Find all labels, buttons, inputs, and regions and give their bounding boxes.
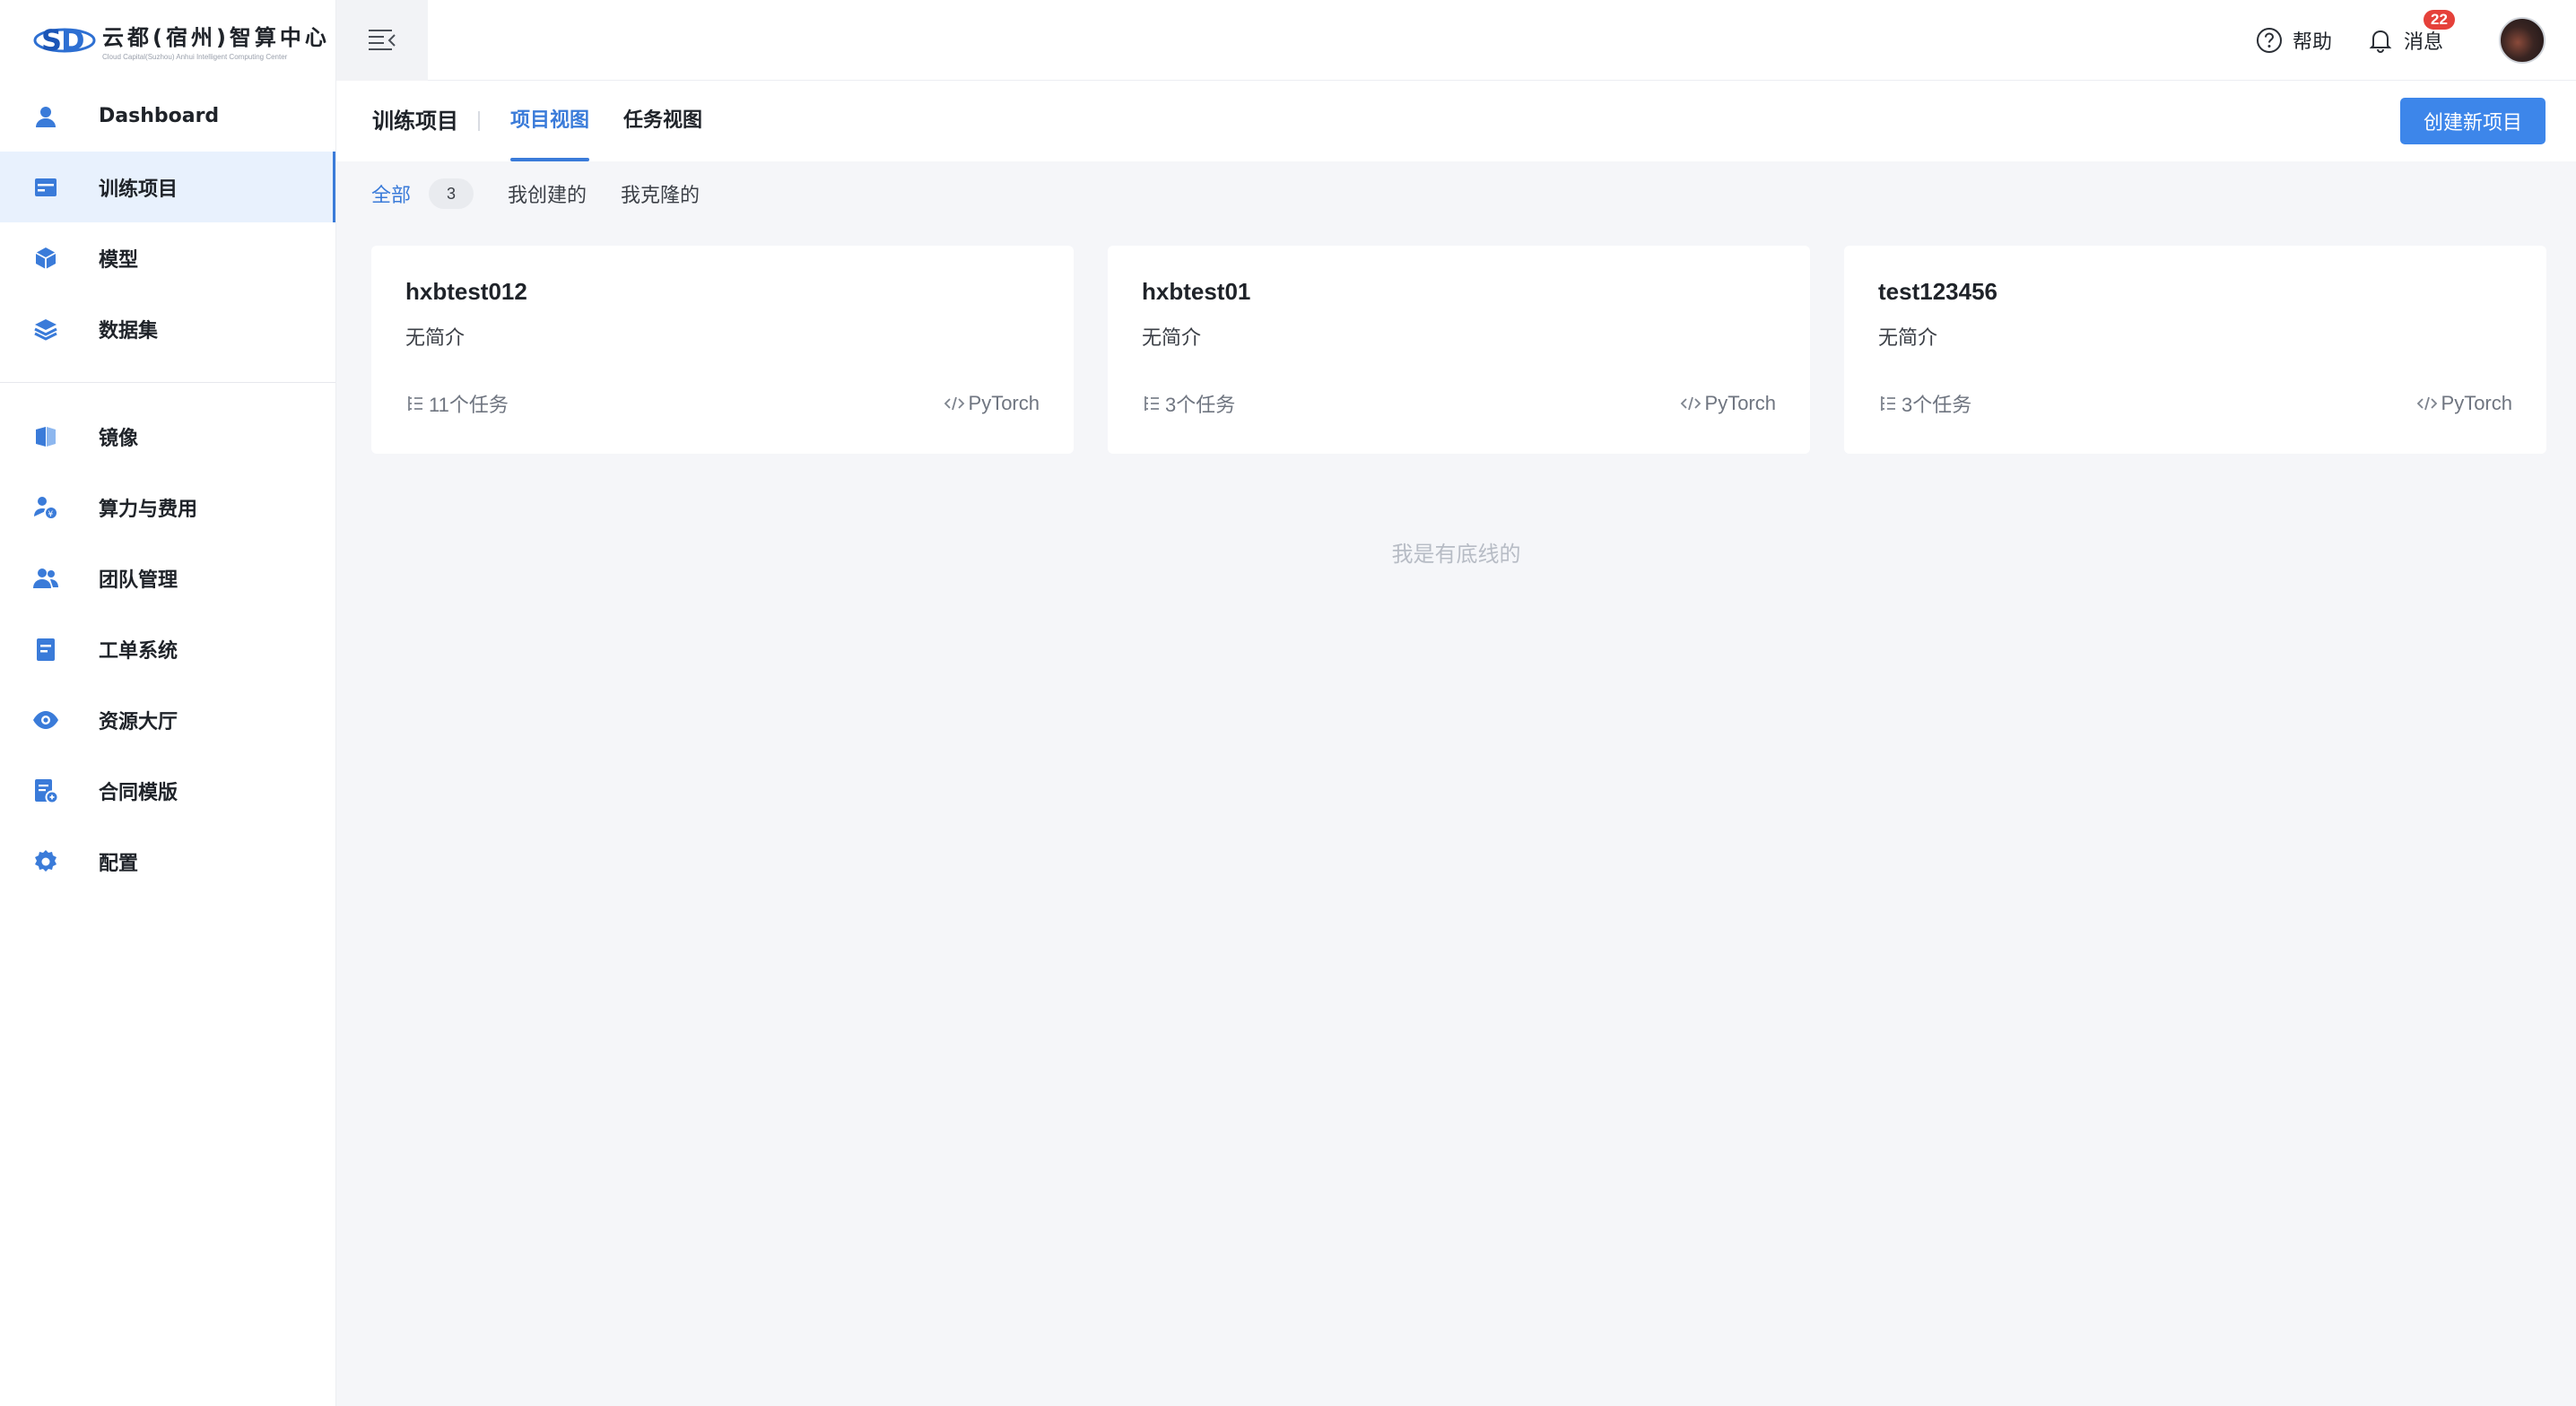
sidebar-item-label: 算力与费用 bbox=[99, 498, 198, 521]
sidebar-item-models[interactable]: 模型 bbox=[0, 222, 335, 293]
header-divider bbox=[478, 111, 480, 131]
project-card[interactable]: hxbtest012 无简介 11个任务 PyTorch bbox=[371, 246, 1074, 454]
tab-task-view[interactable]: 任务视图 bbox=[623, 81, 702, 161]
sidebar-item-images[interactable]: 镜像 bbox=[0, 401, 335, 472]
project-name: test123456 bbox=[1878, 278, 1997, 305]
contract-icon bbox=[32, 777, 59, 804]
sidebar-item-label: 训练项目 bbox=[99, 178, 178, 201]
project-description: 无简介 bbox=[1878, 326, 1938, 349]
sidebar-item-dashboard[interactable]: Dashboard bbox=[0, 81, 335, 152]
project-name: hxbtest012 bbox=[405, 278, 527, 305]
eye-icon bbox=[32, 707, 59, 733]
project-card-list: hxbtest012 无简介 11个任务 PyTorch hxbtest01 无… bbox=[371, 246, 2546, 454]
sidebar-item-contract-templates[interactable]: 合同模版 bbox=[0, 755, 335, 826]
page-title: 训练项目 bbox=[372, 108, 458, 134]
project-framework: PyTorch bbox=[1704, 392, 1776, 414]
team-icon bbox=[32, 565, 59, 592]
filter-cloned-by-me[interactable]: 我克隆的 bbox=[621, 179, 700, 208]
user-avatar[interactable] bbox=[2499, 16, 2546, 64]
sidebar-divider bbox=[0, 382, 335, 383]
brand-subtitle: Cloud Capital(Suzhou) Anhui Intelligent … bbox=[102, 53, 288, 61]
project-name: hxbtest01 bbox=[1142, 278, 1251, 305]
topbar: 帮助 消息 22 bbox=[336, 0, 2576, 81]
sidebar-item-label: 工单系统 bbox=[99, 639, 178, 663]
sidebar-nav-secondary: 镜像 ¥ 算力与费用 团队管理 工单系统 资源大厅 合同模版 配置 bbox=[0, 401, 335, 897]
filter-all[interactable]: 全部 3 bbox=[371, 178, 474, 209]
sidebar-item-settings[interactable]: 配置 bbox=[0, 826, 335, 897]
sidebar-item-label: Dashboard bbox=[99, 105, 220, 127]
project-icon bbox=[32, 174, 59, 201]
project-task-count: 3个任务 bbox=[1165, 394, 1236, 416]
brand-title: 云都(宿州)智算中心 bbox=[102, 25, 330, 50]
sidebar-item-compute-cost[interactable]: ¥ 算力与费用 bbox=[0, 472, 335, 542]
task-list-icon bbox=[1144, 396, 1159, 411]
sidebar-item-label: 模型 bbox=[99, 248, 139, 272]
project-card[interactable]: test123456 无简介 3个任务 PyTorch bbox=[1844, 246, 2546, 454]
help-button[interactable]: 帮助 bbox=[2255, 26, 2332, 55]
sidebar: S D 云都(宿州)智算中心 Cloud Capital(Suzhou) Anh… bbox=[0, 0, 336, 1406]
sidebar-item-label: 团队管理 bbox=[99, 568, 178, 592]
messages-badge: 22 bbox=[2423, 9, 2455, 30]
gear-icon bbox=[32, 848, 59, 875]
task-list-icon bbox=[1881, 396, 1895, 411]
create-project-button[interactable]: 创建新项目 bbox=[2399, 98, 2546, 144]
sidebar-item-label: 资源大厅 bbox=[99, 710, 178, 733]
code-icon bbox=[1680, 396, 1701, 411]
messages-button[interactable]: 消息 22 bbox=[2366, 9, 2455, 55]
brand-logo: S D bbox=[33, 23, 96, 57]
end-of-list-note: 我是有底线的 bbox=[1391, 542, 1521, 567]
content-header: 训练项目 项目视图 任务视图 创建新项目 bbox=[336, 81, 2576, 161]
filter-all-label: 全部 bbox=[371, 184, 412, 206]
project-framework: PyTorch bbox=[2441, 392, 2512, 414]
svg-text:D: D bbox=[61, 23, 85, 57]
image-icon bbox=[32, 423, 59, 450]
sidebar-item-label: 数据集 bbox=[99, 319, 159, 343]
sidebar-nav: Dashboard 训练项目 模型 数据集 bbox=[0, 81, 335, 364]
help-label: 帮助 bbox=[2292, 30, 2332, 53]
filter-created-by-me[interactable]: 我创建的 bbox=[508, 179, 587, 208]
project-task-count: 3个任务 bbox=[1902, 394, 1972, 416]
svg-text:¥: ¥ bbox=[48, 510, 54, 519]
help-icon bbox=[2256, 27, 2282, 53]
filter-all-count: 3 bbox=[429, 178, 474, 209]
sidebar-item-training-projects[interactable]: 训练项目 bbox=[0, 152, 335, 222]
project-filters: 全部 3 我创建的 我克隆的 bbox=[371, 176, 734, 212]
sidebar-item-label: 镜像 bbox=[99, 427, 139, 450]
project-description: 无简介 bbox=[405, 326, 466, 349]
svg-text:S: S bbox=[41, 23, 62, 57]
sidebar-item-resource-hall[interactable]: 资源大厅 bbox=[0, 684, 335, 755]
compute-cost-icon: ¥ bbox=[32, 494, 59, 521]
tab-project-view[interactable]: 项目视图 bbox=[510, 81, 590, 161]
code-icon bbox=[2416, 396, 2437, 411]
collapse-sidebar-button[interactable] bbox=[336, 0, 428, 81]
sidebar-item-tickets[interactable]: 工单系统 bbox=[0, 613, 335, 684]
user-icon bbox=[32, 103, 59, 130]
project-task-count: 11个任务 bbox=[429, 394, 509, 416]
layers-icon bbox=[32, 316, 59, 343]
menu-fold-icon bbox=[369, 29, 396, 50]
messages-label: 消息 bbox=[2403, 30, 2443, 53]
project-card[interactable]: hxbtest01 无简介 3个任务 PyTorch bbox=[1108, 246, 1810, 454]
task-list-icon bbox=[408, 396, 422, 411]
brand[interactable]: S D 云都(宿州)智算中心 Cloud Capital(Suzhou) Anh… bbox=[0, 0, 335, 81]
project-framework: PyTorch bbox=[968, 392, 1040, 414]
ticket-icon bbox=[32, 636, 59, 663]
code-icon bbox=[944, 396, 964, 411]
sidebar-item-team[interactable]: 团队管理 bbox=[0, 542, 335, 613]
cube-icon bbox=[32, 245, 59, 272]
project-description: 无简介 bbox=[1142, 326, 1202, 349]
sidebar-item-label: 合同模版 bbox=[99, 781, 178, 804]
sidebar-item-datasets[interactable]: 数据集 bbox=[0, 293, 335, 364]
bell-icon bbox=[2369, 30, 2392, 53]
sidebar-item-label: 配置 bbox=[99, 852, 139, 875]
